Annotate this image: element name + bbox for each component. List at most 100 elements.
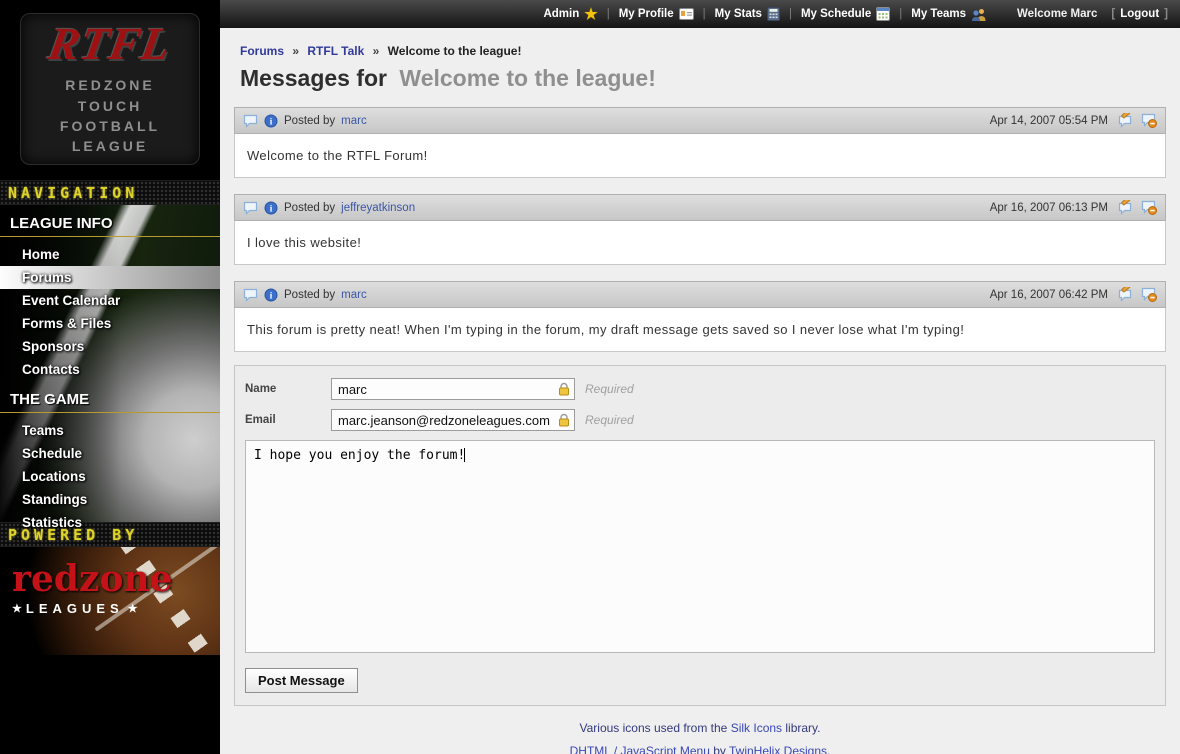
footer-line2: DHTML / JavaScript Menu by TwinHelix Des… (234, 744, 1166, 754)
breadcrumb-current: Welcome to the league! (388, 44, 522, 58)
info-icon[interactable]: i (264, 201, 278, 215)
footer-line1: Various icons used from the Silk Icons l… (234, 721, 1166, 735)
topbar-my-profile-link[interactable]: My Profile (619, 8, 694, 20)
message-area-wrap: I hope you enjoy the forum! (245, 440, 1155, 658)
sidebar-item-locations[interactable]: Locations (0, 465, 220, 488)
sidebar-item-teams[interactable]: Teams (0, 419, 220, 442)
sidebar-nav: LEAGUE INFO Home Forums Event Calendar F… (0, 205, 220, 522)
name-label: Name (245, 383, 331, 395)
footer: Various icons used from the Silk Icons l… (234, 706, 1166, 754)
email-input[interactable] (331, 409, 575, 431)
post-author-link[interactable]: marc (341, 289, 367, 301)
breadcrumb-separator: » (373, 44, 380, 58)
topbar-separator: | (789, 8, 792, 20)
name-input-wrap (331, 378, 575, 400)
content-area: Forums » RTFL Talk » Welcome to the leag… (220, 28, 1180, 754)
topbar: Admin ★ | My Profile | My Stats (220, 0, 1180, 28)
post-author-link[interactable]: jeffreyatkinson (341, 202, 415, 214)
text-caret (464, 448, 465, 462)
email-input-wrap (331, 409, 575, 431)
admin-label: Admin (543, 8, 579, 20)
info-icon[interactable]: i (264, 114, 278, 128)
post-message-button[interactable]: Post Message (245, 668, 358, 693)
logo-acronym: RTFL (45, 21, 175, 67)
delete-comment-icon[interactable] (1141, 200, 1157, 215)
sidebar-item-standings[interactable]: Standings (0, 488, 220, 511)
sidebar-filler (0, 655, 220, 754)
nav-section-the-game: THE GAME (0, 381, 220, 413)
logo-word: TOUCH (78, 96, 143, 116)
delete-comment-icon[interactable] (1141, 287, 1157, 302)
post-author-link[interactable]: marc (341, 115, 367, 127)
logo-word: FOOTBALL (60, 116, 160, 136)
calendar-icon (876, 7, 890, 21)
footer-line2-mid: by (710, 744, 729, 754)
post-body: This forum is pretty neat! When I'm typi… (234, 308, 1166, 352)
edit-comment-icon[interactable] (1118, 287, 1135, 302)
twinhelix-link[interactable]: TwinHelix Designs (729, 744, 827, 754)
brand-subtitle: ★ LEAGUES ★ (12, 601, 173, 616)
post-header: i Posted by marc Apr 16, 2007 06:42 PM (234, 281, 1166, 308)
brand-sub-label: LEAGUES (26, 601, 124, 616)
breadcrumb-forums-link[interactable]: Forums (240, 44, 284, 58)
topbar-my-schedule-link[interactable]: My Schedule (801, 7, 890, 21)
required-label: Required (585, 382, 634, 396)
star-icon: ★ (12, 602, 22, 615)
sidebar-item-forms-files[interactable]: Forms & Files (0, 312, 220, 335)
name-input[interactable] (331, 378, 575, 400)
forum-post: i Posted by jeffreyatkinson Apr 16, 2007… (234, 194, 1166, 265)
topbar-admin-link[interactable]: Admin ★ (543, 7, 597, 22)
edit-comment-icon[interactable] (1118, 113, 1135, 128)
email-label: Email (245, 414, 331, 426)
sidebar-item-contacts[interactable]: Contacts (0, 358, 220, 381)
topbar-separator: | (607, 8, 610, 20)
topbar-my-teams-link[interactable]: My Teams (911, 8, 987, 21)
star-icon: ★ (128, 602, 138, 615)
forum-post: i Posted by marc Apr 14, 2007 05:54 PM (234, 107, 1166, 178)
brand-name: redzone (12, 561, 173, 597)
logo-area: RTFL REDZONE TOUCH FOOTBALL LEAGUE (0, 0, 220, 180)
my-stats-label: My Stats (715, 8, 762, 20)
footer-line2-suffix: . (827, 744, 830, 754)
star-icon: ★ (584, 7, 597, 22)
logo-word: LEAGUE (72, 136, 148, 156)
brand-text: redzone ★ LEAGUES ★ (12, 561, 173, 616)
post-date: Apr 14, 2007 05:54 PM (990, 115, 1108, 127)
nav-section-league-info: LEAGUE INFO (0, 205, 220, 237)
logo-word: REDZONE (65, 75, 154, 95)
breadcrumb-rtfl-talk-link[interactable]: RTFL Talk (307, 44, 364, 58)
info-icon[interactable]: i (264, 288, 278, 302)
bracket: [ (1111, 8, 1115, 20)
sidebar-item-schedule[interactable]: Schedule (0, 442, 220, 465)
topbar-separator: | (899, 8, 902, 20)
sidebar-item-sponsors[interactable]: Sponsors (0, 335, 220, 358)
logout-link[interactable]: Logout (1120, 8, 1159, 20)
post-body: Welcome to the RTFL Forum! (234, 134, 1166, 178)
page-title-prefix: Messages for (240, 65, 387, 91)
email-row: Email Required (245, 409, 1155, 431)
forum-post: i Posted by marc Apr 16, 2007 06:42 PM (234, 281, 1166, 352)
sidebar-item-home[interactable]: Home (0, 243, 220, 266)
silk-icons-link[interactable]: Silk Icons (731, 721, 782, 735)
rtfl-logo: RTFL REDZONE TOUCH FOOTBALL LEAGUE (20, 13, 200, 165)
message-textarea[interactable]: I hope you enjoy the forum! (245, 440, 1155, 653)
sidebar-item-event-calendar[interactable]: Event Calendar (0, 289, 220, 312)
comment-icon (243, 114, 258, 128)
logout-control: [ Logout ] (1111, 8, 1168, 20)
comment-icon (243, 288, 258, 302)
post-date: Apr 16, 2007 06:42 PM (990, 289, 1108, 301)
posted-by-label: Posted by (284, 115, 335, 127)
navigation-led-banner: NAVIGATION (0, 180, 220, 205)
delete-comment-icon[interactable] (1141, 113, 1157, 128)
comment-icon (243, 201, 258, 215)
dhtml-menu-link[interactable]: DHTML / JavaScript Menu (570, 744, 710, 754)
post-body: I love this website! (234, 221, 1166, 265)
redzone-leagues-logo[interactable]: redzone ★ LEAGUES ★ (0, 547, 220, 655)
group-icon (971, 8, 987, 21)
lock-icon (558, 413, 570, 427)
topbar-my-stats-link[interactable]: My Stats (715, 7, 780, 21)
edit-comment-icon[interactable] (1118, 200, 1135, 215)
sidebar-item-forums[interactable]: Forums (0, 266, 220, 289)
footer-line1-text: Various icons used from the (580, 721, 731, 735)
bracket: ] (1164, 8, 1168, 20)
